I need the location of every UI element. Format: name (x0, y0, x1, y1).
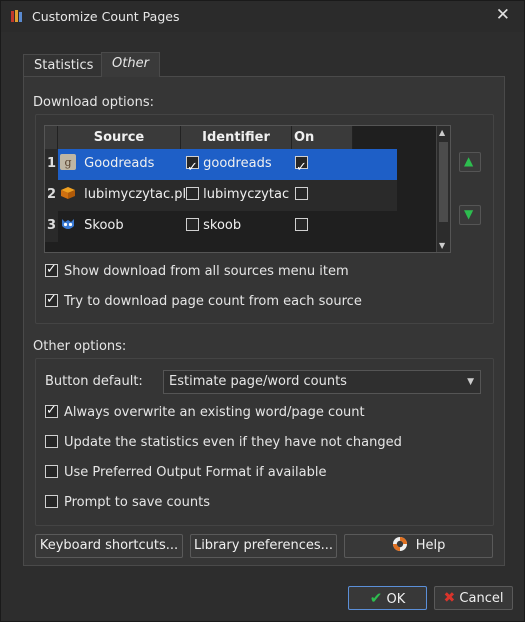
scroll-up-icon[interactable]: ▲ (439, 128, 445, 137)
library-preferences-button[interactable]: Library preferences... (190, 534, 337, 558)
move-up-button[interactable]: ▲ (459, 152, 481, 172)
keyboard-shortcuts-button[interactable]: Keyboard shortcuts... (35, 534, 183, 558)
scroll-down-icon[interactable]: ▼ (439, 241, 445, 250)
try-each-source-checkbox[interactable] (45, 291, 58, 309)
green-down-arrow-icon: ▼ (464, 207, 474, 221)
table-corner (45, 126, 58, 149)
identifier-checkbox[interactable] (186, 187, 199, 200)
calibre-books-icon (11, 10, 22, 22)
ok-button[interactable]: ✔ OK (348, 586, 427, 610)
column-header-identifier[interactable]: Identifier (181, 126, 292, 149)
tab-statistics[interactable]: Statistics (23, 54, 105, 77)
ok-label: OK (386, 592, 406, 607)
cancel-x-icon: ✖ (443, 590, 456, 606)
prompt-save-checkbox[interactable] (45, 495, 58, 508)
preferred-format-label: Use Preferred Output Format if available (64, 465, 327, 480)
sources-table[interactable]: Source Identifier On Menu 1 2 3 g Goodre… (44, 125, 451, 253)
identifier-value: skoob (203, 218, 242, 233)
table-row[interactable]: g Goodreads goodreads (58, 149, 397, 183)
always-overwrite-checkbox[interactable] (45, 402, 58, 420)
prompt-save-option[interactable]: Prompt to save counts (45, 494, 210, 512)
row-number: 2 (45, 180, 58, 211)
help-label: Help (415, 538, 446, 553)
table-row[interactable]: lubimyczytac.pl lubimyczytac (58, 180, 397, 211)
column-header-on-menu[interactable]: On Menu (292, 126, 353, 168)
identifier-checkbox[interactable] (186, 218, 199, 231)
chevron-down-icon: ▼ (467, 377, 474, 387)
row-number: 1 (45, 149, 58, 180)
preferred-format-option[interactable]: Use Preferred Output Format if available (45, 464, 326, 482)
show-all-sources-option[interactable]: Show download from all sources menu item (45, 261, 349, 281)
on-menu-checkbox[interactable] (295, 153, 308, 183)
button-default-value: Estimate page/word counts (169, 374, 347, 389)
move-down-button[interactable]: ▼ (459, 205, 481, 225)
goodreads-icon: g (60, 154, 76, 170)
table-scrollbar[interactable]: ▲ ▼ (436, 126, 450, 252)
preferred-format-checkbox[interactable] (45, 465, 58, 478)
other-options-label: Other options: (33, 339, 127, 354)
window-title: Customize Count Pages (32, 9, 180, 24)
try-each-source-option[interactable]: Try to download page count from each sou… (45, 291, 362, 311)
dialog-window: Customize Count Pages ✕ Statistics Other… (0, 0, 525, 622)
table-row[interactable]: Skoob skoob (58, 211, 397, 242)
close-icon[interactable]: ✕ (496, 5, 510, 25)
cancel-button[interactable]: ✖ Cancel (434, 586, 513, 610)
checkmark-icon: ✔ (369, 589, 383, 607)
source-name: Goodreads (84, 156, 155, 171)
identifier-value: goodreads (203, 156, 272, 171)
show-all-sources-checkbox[interactable] (45, 261, 58, 279)
tab-other[interactable]: Other (101, 52, 160, 77)
update-stats-checkbox[interactable] (45, 435, 58, 448)
cancel-label: Cancel (459, 591, 504, 606)
scroll-thumb[interactable] (439, 142, 448, 222)
identifier-checkbox[interactable] (186, 153, 199, 183)
always-overwrite-label: Always overwrite an existing word/page c… (64, 405, 365, 420)
download-options-label: Download options: (33, 95, 155, 110)
svg-text:g: g (64, 156, 71, 169)
update-stats-option[interactable]: Update the statistics even if they have … (45, 434, 402, 452)
always-overwrite-option[interactable]: Always overwrite an existing word/page c… (45, 402, 365, 422)
identifier-value: lubimyczytac (203, 187, 290, 202)
update-stats-label: Update the statistics even if they have … (64, 435, 402, 450)
row-number: 3 (45, 211, 58, 242)
book-icon (61, 187, 75, 199)
source-name: lubimyczytac.pl (84, 187, 187, 202)
skoob-owl-icon (62, 219, 74, 229)
button-default-label-text: Button default: (45, 374, 143, 389)
show-all-sources-label: Show download from all sources menu item (64, 264, 349, 279)
title-bar: Customize Count Pages ✕ (1, 1, 524, 32)
try-each-source-label: Try to download page count from each sou… (64, 294, 362, 309)
column-header-source[interactable]: Source (58, 126, 181, 149)
green-up-arrow-icon: ▲ (464, 154, 474, 168)
button-default-select[interactable]: Estimate page/word counts ▼ (163, 370, 481, 394)
on-menu-checkbox[interactable] (295, 187, 308, 200)
source-name: Skoob (84, 218, 124, 233)
on-menu-checkbox[interactable] (295, 218, 308, 231)
lifebuoy-icon (392, 537, 407, 551)
button-default-label: Button default: (45, 374, 143, 389)
help-button[interactable]: Help (344, 534, 493, 558)
prompt-save-label: Prompt to save counts (64, 495, 210, 510)
